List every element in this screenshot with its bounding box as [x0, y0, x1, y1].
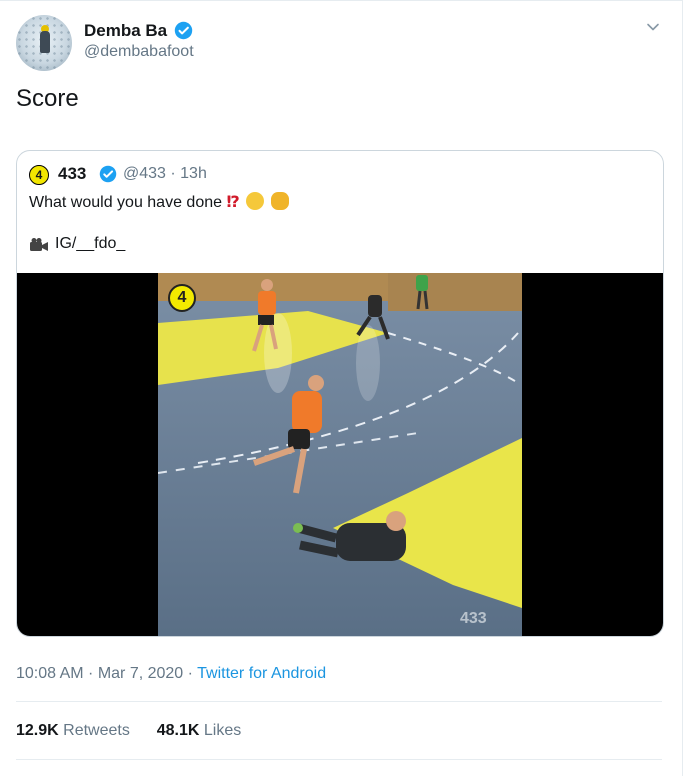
tweet-card: Demba Ba @dembabafoot Score 4 433 @433 ·… [0, 0, 683, 776]
retweets-count: 12.9K [16, 722, 59, 739]
author-name[interactable]: Demba Ba [84, 21, 167, 41]
divider [16, 759, 662, 760]
video-credit: IG/__fdo_ [55, 235, 126, 252]
author-avatar[interactable] [16, 15, 72, 71]
quoted-tweet[interactable]: 4 433 @433 · 13h What would you have don… [16, 150, 664, 637]
source-link[interactable]: Twitter for Android [197, 665, 326, 682]
camera-icon [30, 238, 48, 251]
quoted-handle-time: @433 · 13h [123, 165, 207, 182]
futsal-scene [158, 273, 522, 636]
video-logo-badge: 4 [168, 284, 196, 312]
tweet-text: Score [16, 85, 79, 112]
chevron-down-icon[interactable] [645, 19, 661, 35]
clapping-hands-emoji [270, 192, 289, 210]
video-player[interactable]: 4 433 [17, 273, 663, 636]
thinking-face-emoji [246, 192, 265, 210]
retweets-stat[interactable]: 12.9K Retweets [16, 722, 130, 739]
author-handle[interactable]: @dembabafoot [84, 43, 194, 61]
likes-stat[interactable]: 48.1K Likes [157, 722, 242, 739]
quoted-text-body: What would you have done [29, 194, 223, 211]
quoted-text: What would you have done ⁉ [29, 192, 289, 212]
engagement-stats: 12.9K Retweets 48.1K Likes [16, 722, 241, 740]
quoted-avatar[interactable]: 4 [29, 165, 49, 185]
quoted-author-name[interactable]: 433 [58, 164, 86, 184]
divider [16, 701, 662, 702]
avatar-figure [40, 31, 50, 53]
likes-count: 48.1K [156, 722, 200, 739]
verified-icon [174, 21, 193, 40]
exclamation-question-emoji: ⁉ [226, 194, 240, 211]
time-date[interactable]: 10:08 AM · Mar 7, 2020 · [16, 665, 197, 682]
video-frame [158, 273, 522, 636]
video-watermark: 433 [460, 610, 487, 627]
retweets-label: Retweets [58, 722, 130, 739]
tweet-timestamp: 10:08 AM · Mar 7, 2020 · Twitter for And… [16, 665, 326, 683]
verified-icon [99, 165, 117, 183]
likes-label: Likes [199, 722, 242, 739]
